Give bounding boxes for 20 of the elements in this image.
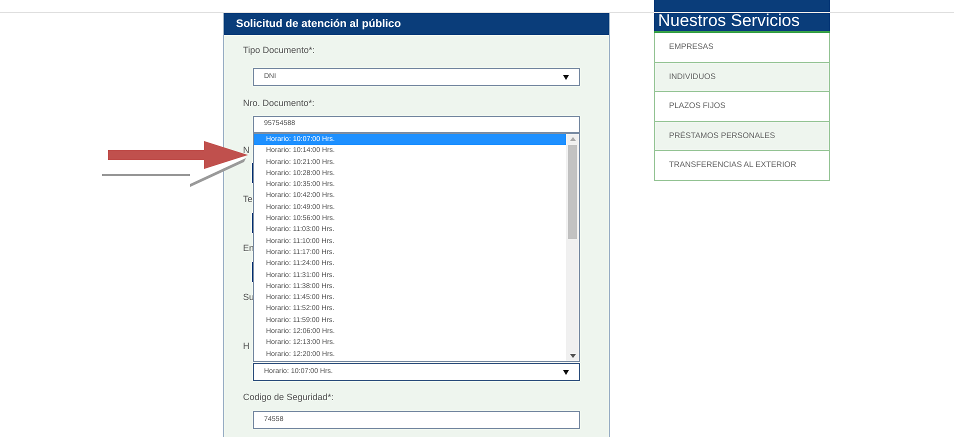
scroll-down-icon[interactable] [570,354,576,358]
form-header: Solicitud de atención al público [224,13,609,35]
service-link[interactable]: TRANSFERENCIAS AL EXTERIOR [654,151,830,180]
scrollbar-thumb[interactable] [568,145,577,239]
field-label: Nro. Documento*: [243,97,316,110]
service-link[interactable]: EMPRESAS [654,33,830,62]
scroll-up-icon[interactable] [570,137,576,141]
field-label: Te [243,193,253,206]
field-label: H [243,340,250,353]
time-dropdown-list[interactable] [253,133,580,362]
service-link[interactable]: PRÉSTAMOS PERSONALES [654,122,830,151]
service-link[interactable]: INDIVIDUOS [654,62,830,92]
service-link[interactable]: PLAZOS FIJOS [654,92,830,122]
field-label: Codigo de Seguridad*: [243,391,335,404]
services-header: Nuestros Servicios [654,0,830,33]
scrollbar[interactable] [566,134,579,361]
caret-icon [563,74,569,80]
field-label: N [243,144,250,157]
caret-icon [563,370,569,374]
field-label: Tipo Documento*: [243,44,316,57]
